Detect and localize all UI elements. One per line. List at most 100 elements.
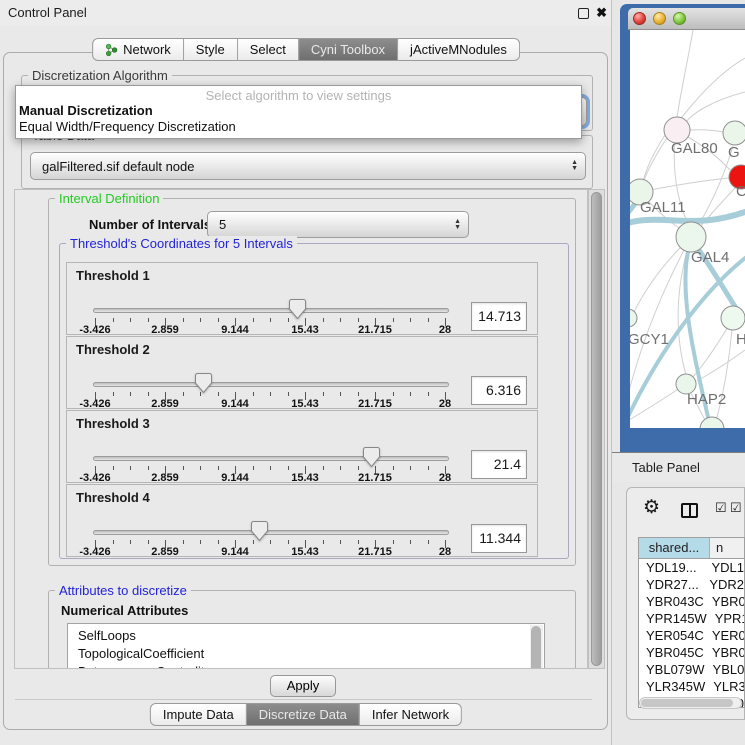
node-label: HAP2 bbox=[687, 391, 726, 408]
algorithm-placeholder: Select algorithm to view settings bbox=[16, 86, 581, 102]
network-window-titlebar[interactable] bbox=[628, 8, 745, 30]
slider-tick bbox=[270, 540, 271, 544]
slider-thumb[interactable] bbox=[195, 373, 212, 393]
slider-tick-label: -3.426 bbox=[79, 324, 110, 336]
close-traffic-light-icon[interactable] bbox=[633, 12, 646, 25]
minimize-traffic-light-icon[interactable] bbox=[653, 12, 666, 25]
slider-tick bbox=[428, 392, 429, 396]
gal4-node[interactable] bbox=[676, 222, 706, 252]
slider-tick bbox=[358, 318, 359, 322]
tab-discretize-data[interactable]: Discretize Data bbox=[247, 703, 360, 726]
interval-definition-group: Interval Definition Number of Intervals … bbox=[48, 198, 576, 566]
slider-thumb[interactable] bbox=[289, 299, 306, 319]
tab-infer-network[interactable]: Infer Network bbox=[360, 703, 462, 726]
slider-tick-label: 9.144 bbox=[221, 398, 249, 410]
threshold-label: Threshold 4 bbox=[76, 490, 150, 505]
slider-track[interactable] bbox=[93, 382, 449, 387]
attribute-item[interactable]: SelfLoops bbox=[68, 627, 544, 645]
tab-select[interactable]: Select bbox=[238, 38, 299, 61]
slider-tick-label: 28 bbox=[439, 546, 451, 558]
table-row[interactable]: YLR345WYLR3 bbox=[639, 678, 744, 695]
slider-track[interactable] bbox=[93, 308, 449, 313]
zoom-traffic-light-icon[interactable] bbox=[673, 12, 686, 25]
slider-tick bbox=[323, 318, 324, 322]
attributes-group: Attributes to discretize Numerical Attri… bbox=[48, 590, 576, 669]
settings-scroll-area: Interval Definition Number of Intervals … bbox=[14, 189, 588, 669]
threshold-label: Threshold 3 bbox=[76, 416, 150, 431]
node-label: GAL4 bbox=[691, 249, 729, 266]
threshold-value-field[interactable]: 21.4 bbox=[471, 450, 527, 479]
numerical-attributes-list[interactable]: SelfLoopsTopologicalCoefficientBetweenne… bbox=[67, 623, 545, 669]
slider-tick bbox=[130, 392, 131, 396]
threshold-value-field[interactable]: 14.713 bbox=[471, 302, 527, 331]
tab-network[interactable]: Network bbox=[92, 38, 184, 61]
slider-track[interactable] bbox=[93, 530, 449, 535]
table-row[interactable]: YER054CYER0 bbox=[639, 627, 744, 644]
h-node[interactable] bbox=[721, 306, 745, 330]
threshold-row: Threshold 3 -3.4262.8599.14415.4321.7152… bbox=[66, 410, 538, 483]
slider-tick-label: 28 bbox=[439, 398, 451, 410]
horizontal-scrollbar[interactable] bbox=[639, 697, 742, 709]
number-of-intervals-combobox[interactable]: 5 ▲▼ bbox=[207, 211, 469, 238]
gcy1-node[interactable] bbox=[630, 309, 637, 327]
slider-tick bbox=[393, 466, 394, 470]
list-scrollbar[interactable] bbox=[530, 625, 543, 669]
vertical-scrollbar[interactable] bbox=[588, 189, 605, 669]
slider-tick bbox=[410, 392, 411, 396]
slider-tick bbox=[148, 540, 149, 544]
algorithm-option-manual[interactable]: Manual Discretization bbox=[16, 102, 581, 118]
threshold-row: Threshold 4 -3.4262.8599.14415.4321.7152… bbox=[66, 484, 538, 557]
top-right-node[interactable] bbox=[723, 121, 745, 145]
threshold-label: Threshold 1 bbox=[76, 268, 150, 283]
node-label: GCY1 bbox=[630, 331, 669, 348]
table-row[interactable]: YBL079WYBL0 bbox=[639, 661, 744, 678]
algorithm-option-equal-width[interactable]: Equal Width/Frequency Discretization bbox=[16, 118, 581, 134]
table-row[interactable]: YDL19...YDL1 bbox=[639, 559, 744, 576]
split-columns-icon[interactable] bbox=[681, 503, 698, 518]
apply-button[interactable]: Apply bbox=[270, 675, 336, 697]
table-panel-title: Table Panel bbox=[632, 453, 700, 482]
table-data-value: galFiltered.sif default node bbox=[42, 153, 194, 179]
bottom-node[interactable] bbox=[700, 417, 724, 428]
threshold-value-field[interactable]: 11.344 bbox=[471, 524, 527, 553]
table-row[interactable]: YPR145WYPR1 bbox=[639, 610, 744, 627]
slider-tick bbox=[288, 318, 289, 322]
network-graph[interactable]: GAL80GCGAL11GAL4GCY1HHAP2 bbox=[630, 30, 745, 428]
checkbox-icon[interactable]: ☑ bbox=[715, 500, 727, 516]
slider-tick bbox=[253, 466, 254, 470]
column-header-shared-name[interactable]: shared... bbox=[639, 538, 710, 558]
table-data-combobox[interactable]: galFiltered.sif default node ▲▼ bbox=[30, 152, 586, 180]
threshold-value-field[interactable]: 6.316 bbox=[471, 376, 527, 405]
slider-tick-label: 28 bbox=[439, 472, 451, 484]
panel-divider[interactable] bbox=[611, 0, 612, 745]
slider-tick bbox=[323, 466, 324, 470]
attribute-item[interactable]: TopologicalCoefficient bbox=[68, 645, 544, 663]
network-canvas[interactable]: GAL80GCGAL11GAL4GCY1HHAP2 bbox=[630, 30, 745, 428]
table-row[interactable]: YBR043CYBR0 bbox=[639, 593, 744, 610]
slider-tick bbox=[113, 392, 114, 396]
number-of-intervals-label: Number of Intervals bbox=[89, 211, 211, 238]
tab-cyni-toolbox[interactable]: Cyni Toolbox bbox=[299, 38, 398, 61]
close-icon[interactable]: ✖ bbox=[596, 4, 607, 22]
slider-tick-label: 2.859 bbox=[151, 546, 179, 558]
tab-style[interactable]: Style bbox=[184, 38, 238, 61]
slider-thumb[interactable] bbox=[251, 521, 268, 541]
slider-tick bbox=[323, 540, 324, 544]
slider-tick bbox=[183, 318, 184, 322]
slider-thumb[interactable] bbox=[363, 447, 380, 467]
column-header-name[interactable]: n bbox=[710, 538, 744, 558]
attribute-item[interactable]: BetweennessCentrality bbox=[68, 663, 544, 669]
number-of-intervals-value: 5 bbox=[219, 212, 226, 237]
table-row[interactable]: YDR27...YDR2 bbox=[639, 576, 744, 593]
slider-tick-label: -3.426 bbox=[79, 546, 110, 558]
checkbox-icon[interactable]: ☑ bbox=[730, 500, 742, 516]
tab-impute-data[interactable]: Impute Data bbox=[150, 703, 247, 726]
table-row[interactable]: YBR045CYBR0 bbox=[639, 644, 744, 661]
slider-tick bbox=[253, 318, 254, 322]
tab-jactivemnodules[interactable]: jActiveMNodules bbox=[398, 38, 520, 61]
float-window-icon[interactable] bbox=[578, 8, 589, 19]
gear-icon[interactable]: ⚙ bbox=[643, 496, 660, 519]
control-panel: Control Panel ✖ NetworkStyleSelectCyni T… bbox=[0, 0, 612, 745]
slider-track[interactable] bbox=[93, 456, 449, 461]
numerical-attributes-label: Numerical Attributes bbox=[61, 603, 188, 618]
